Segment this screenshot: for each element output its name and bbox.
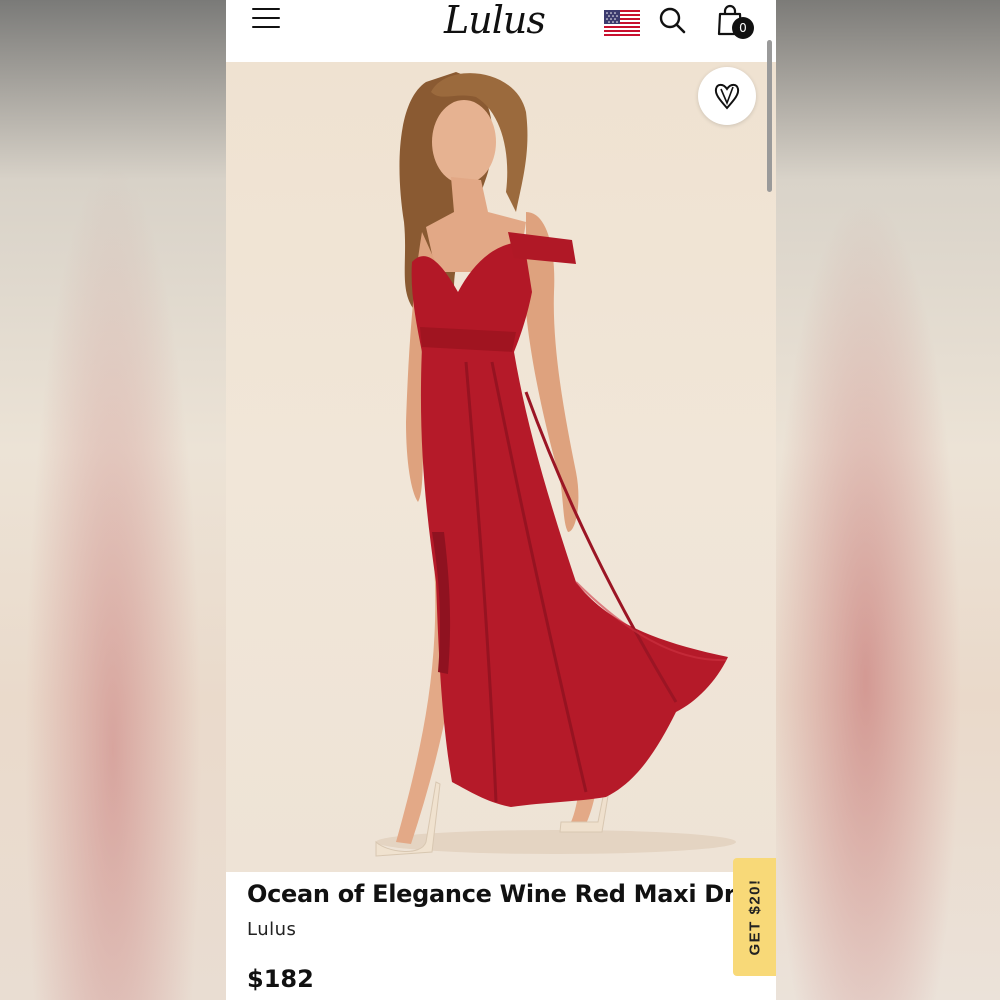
get-20-promo-tab[interactable]: GET $20! <box>733 858 776 976</box>
us-flag-icon[interactable] <box>604 10 640 36</box>
hamburger-menu-icon[interactable] <box>252 8 280 32</box>
mobile-screen: Lulus 0 Ocean of Elegance Wine Red Maxi … <box>226 0 776 1000</box>
lulus-logo[interactable]: Lulus <box>444 0 556 42</box>
page-scrollbar[interactable] <box>767 40 772 192</box>
product-price: $182 <box>247 965 314 993</box>
search-icon[interactable] <box>658 6 686 34</box>
product-image-carousel[interactable] <box>226 62 776 872</box>
promo-label: GET $20! <box>746 878 764 956</box>
site-header: Lulus 0 <box>226 0 776 62</box>
blurred-background-right <box>776 0 1000 1000</box>
product-title: Ocean of Elegance Wine Red Maxi Dress <box>247 880 776 908</box>
wishlist-button[interactable] <box>698 67 756 125</box>
heart-icon <box>714 83 740 110</box>
product-brand[interactable]: Lulus <box>247 919 296 940</box>
cart-count-badge[interactable]: 0 <box>732 17 754 39</box>
model-in-red-dress-image <box>375 72 736 857</box>
blurred-background-left <box>0 0 226 1000</box>
